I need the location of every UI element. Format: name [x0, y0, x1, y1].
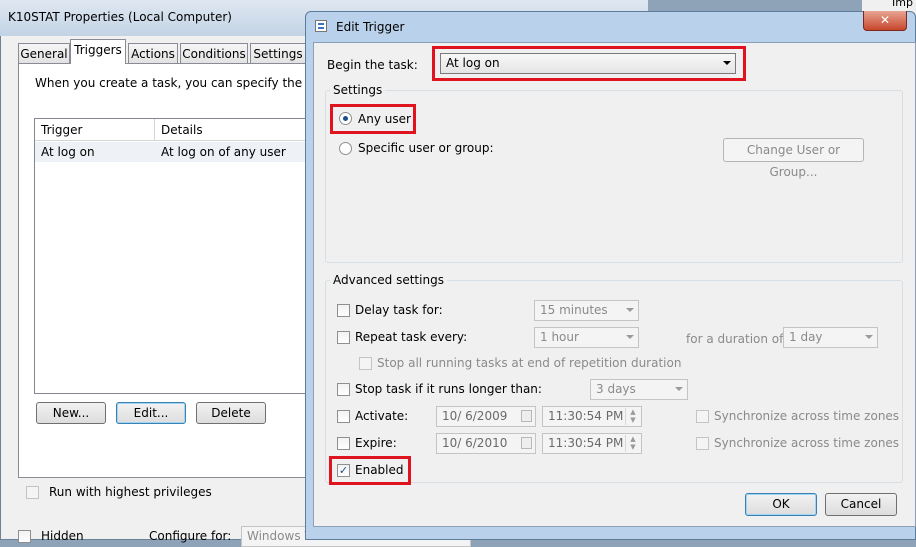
specific-user-radio[interactable]	[339, 142, 352, 155]
activate-time-spinner[interactable]: 11:30:54 PM ▲ ▼	[542, 406, 642, 427]
duration-value: 1 day	[789, 330, 823, 344]
close-button[interactable]: ✕	[863, 11, 907, 31]
activate-label: Activate:	[355, 409, 409, 423]
activate-time: 11:30:54 PM	[548, 409, 624, 423]
expire-checkbox[interactable]	[337, 437, 350, 450]
activate-sync-label: Synchronize across time zones	[714, 409, 900, 423]
stop-longer-label: Stop task if it runs longer than:	[355, 382, 542, 396]
activate-date-picker[interactable]: 10/ 6/2009	[436, 406, 536, 427]
delay-label: Delay task for:	[355, 303, 443, 317]
spinner-arrows-icon: ▲ ▼	[625, 408, 640, 425]
activate-date: 10/ 6/2009	[442, 409, 508, 423]
advanced-group-label: Advanced settings	[330, 273, 447, 287]
delay-dropdown[interactable]: 15 minutes	[534, 300, 639, 321]
highlight-enabled	[329, 456, 411, 485]
hidden-checkbox[interactable]	[18, 530, 31, 543]
triggers-description: When you create a task, you can specify …	[35, 76, 347, 90]
calendar-icon	[521, 410, 532, 422]
run-highest-checkbox[interactable]	[26, 486, 39, 499]
activate-checkbox[interactable]	[337, 410, 350, 423]
expire-time: 11:30:54 PM	[548, 436, 624, 450]
stop-longer-dropdown[interactable]: 3 days	[590, 379, 688, 400]
task-icon	[315, 20, 327, 32]
expire-sync-checkbox[interactable]	[696, 437, 709, 450]
hidden-label: Hidden	[41, 529, 84, 543]
run-highest-label: Run with highest privileges	[49, 485, 212, 499]
delete-button[interactable]: Delete	[196, 402, 266, 424]
begin-task-label: Begin the task:	[327, 58, 418, 72]
edit-button[interactable]: Edit...	[116, 402, 186, 424]
delay-value: 15 minutes	[540, 303, 608, 317]
repeat-dropdown[interactable]: 1 hour	[534, 327, 639, 348]
chevron-down-icon	[865, 335, 873, 339]
close-icon: ✕	[879, 13, 891, 27]
dialog-title: Edit Trigger	[336, 20, 405, 34]
tab-general[interactable]: General	[18, 43, 70, 63]
tab-conditions[interactable]: Conditions	[180, 43, 248, 63]
repeat-label: Repeat task every:	[355, 330, 468, 344]
stop-all-label: Stop all running tasks at end of repetit…	[377, 356, 682, 370]
table-row[interactable]: At log on At log on of any user	[35, 142, 313, 162]
row-details: At log on of any user	[161, 145, 286, 159]
tab-actions[interactable]: Actions	[128, 43, 178, 63]
repeat-checkbox[interactable]	[337, 331, 350, 344]
expire-sync-label: Synchronize across time zones	[714, 436, 900, 450]
specific-user-label: Specific user or group:	[358, 141, 494, 155]
new-button[interactable]: New...	[36, 402, 106, 424]
stop-longer-value: 3 days	[596, 382, 636, 396]
stop-longer-checkbox[interactable]	[337, 383, 350, 396]
expire-label: Expire:	[355, 436, 397, 450]
duration-label: for a duration of:	[686, 332, 787, 346]
cancel-button[interactable]: Cancel	[825, 493, 897, 516]
tab-triggers[interactable]: Triggers	[70, 39, 126, 64]
column-trigger[interactable]: Trigger	[35, 119, 155, 141]
ok-button[interactable]: OK	[745, 493, 817, 516]
chevron-down-icon	[675, 387, 683, 391]
chevron-down-icon	[626, 335, 634, 339]
settings-group-label: Settings	[330, 83, 386, 97]
other-window-text: Imp	[892, 0, 913, 9]
repeat-value: 1 hour	[540, 330, 579, 344]
highlight-any-user	[330, 104, 416, 134]
calendar-icon	[521, 437, 532, 449]
expire-time-spinner[interactable]: 11:30:54 PM ▲ ▼	[542, 433, 642, 454]
chevron-down-icon	[626, 308, 634, 312]
dialog-title-bar: Edit Trigger ✕	[305, 11, 916, 41]
spinner-arrows-icon: ▲ ▼	[625, 435, 640, 452]
column-details[interactable]: Details	[155, 119, 313, 141]
row-trigger: At log on	[41, 145, 95, 159]
change-user-button[interactable]: Change User or Group...	[723, 138, 864, 179]
stop-all-checkbox[interactable]	[359, 357, 372, 370]
duration-dropdown[interactable]: 1 day	[783, 327, 878, 348]
properties-title: K10STAT Properties (Local Computer)	[8, 10, 232, 24]
expire-date: 10/ 6/2010	[442, 436, 508, 450]
delay-checkbox[interactable]	[337, 304, 350, 317]
tab-settings[interactable]: Settings	[250, 43, 306, 63]
triggers-list[interactable]: Trigger Details At log on At log on of a…	[34, 118, 314, 394]
configure-for-label: Configure for:	[149, 529, 232, 543]
highlight-begin-task	[432, 46, 746, 81]
expire-date-picker[interactable]: 10/ 6/2010	[436, 433, 536, 454]
activate-sync-checkbox[interactable]	[696, 410, 709, 423]
